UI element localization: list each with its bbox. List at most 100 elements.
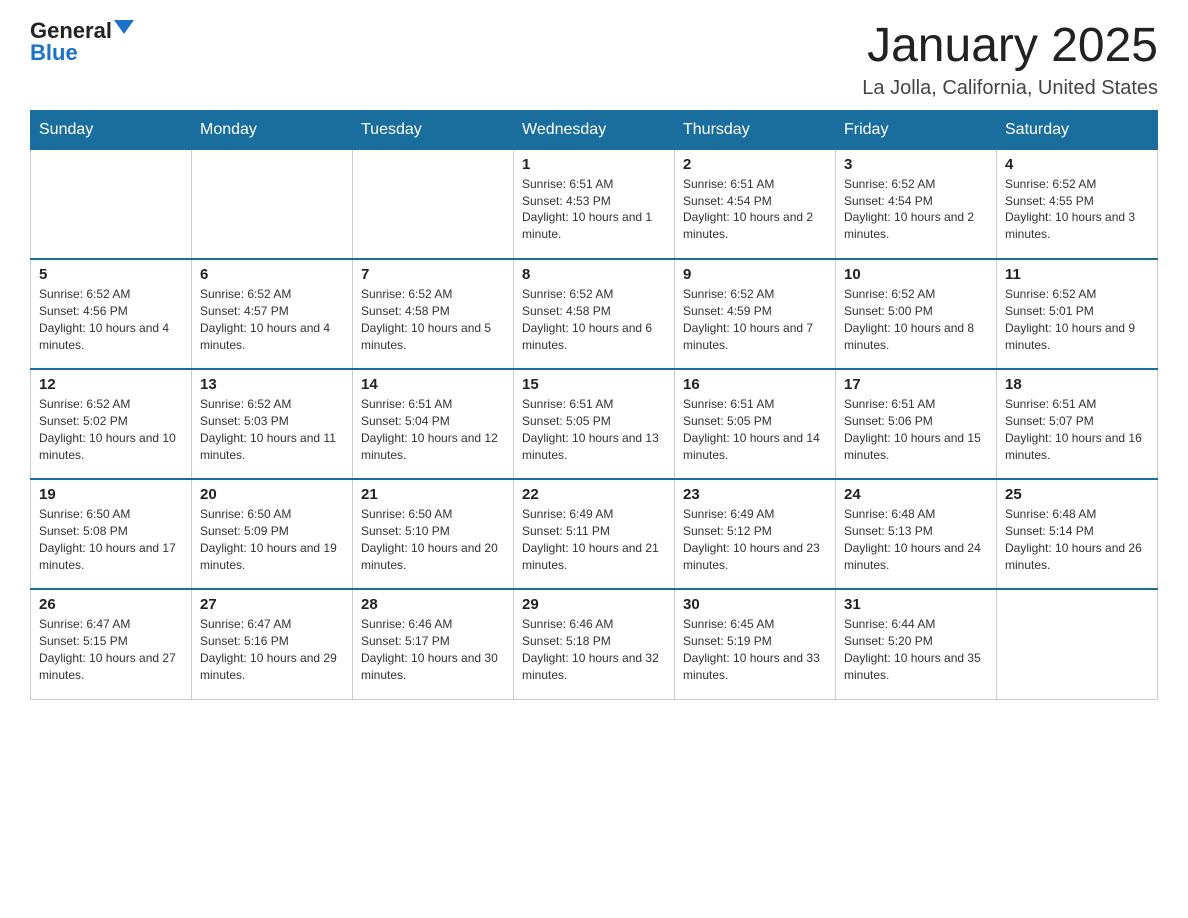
day-number: 14: [361, 376, 505, 393]
day-cell: 21 Sunrise: 6:50 AMSunset: 5:10 PMDayligh…: [353, 479, 514, 589]
day-cell: 14Sunrise: 6:51 AMSunset: 5:04 PMDayligh…: [353, 369, 514, 479]
day-info: Sunrise: 6:51 AMSunset: 5:05 PMDaylight:…: [683, 396, 827, 463]
day-cell: 22Sunrise: 6:49 AMSunset: 5:11 PMDayligh…: [514, 479, 675, 589]
day-cell: 31Sunrise: 6:44 AMSunset: 5:20 PMDayligh…: [836, 589, 997, 699]
week-row-2: 5Sunrise: 6:52 AMSunset: 4:56 PMDaylight…: [31, 259, 1158, 369]
day-cell: 8Sunrise: 6:52 AMSunset: 4:58 PMDaylight…: [514, 259, 675, 369]
title-area: January 2025 La Jolla, California, Unite…: [862, 20, 1158, 100]
day-cell: 23Sunrise: 6:49 AMSunset: 5:12 PMDayligh…: [675, 479, 836, 589]
logo: General Blue: [30, 20, 134, 64]
day-number: 10: [844, 266, 988, 283]
day-info: Sunrise: 6:52 AMSunset: 4:57 PMDaylight:…: [200, 286, 344, 353]
day-cell: 13Sunrise: 6:52 AMSunset: 5:03 PMDayligh…: [192, 369, 353, 479]
day-cell: 16 Sunrise: 6:51 AMSunset: 5:05 PMDayligh…: [675, 369, 836, 479]
header-cell-sunday: Sunday: [31, 110, 192, 149]
day-cell: 3 Sunrise: 6:52 AMSunset: 4:54 PMDaylight…: [836, 149, 997, 259]
day-cell: 7 Sunrise: 6:52 AMSunset: 4:58 PMDaylight…: [353, 259, 514, 369]
day-number: 20: [200, 486, 344, 503]
day-number: 2: [683, 156, 827, 173]
day-number: 30: [683, 596, 827, 613]
day-cell: 25 Sunrise: 6:48 AMSunset: 5:14 PMDayligh…: [997, 479, 1158, 589]
header-row: SundayMondayTuesdayWednesdayThursdayFrid…: [31, 110, 1158, 149]
header-cell-wednesday: Wednesday: [514, 110, 675, 149]
header-cell-tuesday: Tuesday: [353, 110, 514, 149]
day-cell: 28Sunrise: 6:46 AMSunset: 5:17 PMDayligh…: [353, 589, 514, 699]
calendar-title: January 2025: [862, 20, 1158, 73]
day-info: Sunrise: 6:52 AMSunset: 4:58 PMDaylight:…: [522, 286, 666, 353]
logo-triangle-icon: [114, 20, 134, 34]
page-header: General Blue January 2025 La Jolla, Cali…: [30, 20, 1158, 100]
day-number: 29: [522, 596, 666, 613]
day-info: Sunrise: 6:52 AMSunset: 4:54 PMDaylight:…: [844, 176, 988, 243]
day-number: 31: [844, 596, 988, 613]
day-info: Sunrise: 6:51 AMSunset: 4:53 PMDaylight:…: [522, 176, 666, 243]
day-info: Sunrise: 6:52 AMSunset: 5:03 PMDaylight:…: [200, 396, 344, 463]
day-info: Sunrise: 6:47 AMSunset: 5:16 PMDaylight:…: [200, 616, 344, 683]
day-info: Sunrise: 6:47 AMSunset: 5:15 PMDaylight:…: [39, 616, 183, 683]
week-row-5: 26 Sunrise: 6:47 AMSunset: 5:15 PMDayligh…: [31, 589, 1158, 699]
day-cell: 15 Sunrise: 6:51 AMSunset: 5:05 PMDayligh…: [514, 369, 675, 479]
day-cell: 24 Sunrise: 6:48 AMSunset: 5:13 PMDayligh…: [836, 479, 997, 589]
day-info: Sunrise: 6:51 AMSunset: 4:54 PMDaylight:…: [683, 176, 827, 243]
day-cell: 9Sunrise: 6:52 AMSunset: 4:59 PMDaylight…: [675, 259, 836, 369]
day-number: 25: [1005, 486, 1149, 503]
day-number: 6: [200, 266, 344, 283]
day-number: 17: [844, 376, 988, 393]
header-cell-monday: Monday: [192, 110, 353, 149]
header-cell-thursday: Thursday: [675, 110, 836, 149]
day-cell: 12 Sunrise: 6:52 AMSunset: 5:02 PMDayligh…: [31, 369, 192, 479]
day-cell: 5Sunrise: 6:52 AMSunset: 4:56 PMDaylight…: [31, 259, 192, 369]
day-cell: [997, 589, 1158, 699]
logo-general-text: General: [30, 20, 112, 42]
day-info: Sunrise: 6:50 AMSunset: 5:10 PMDaylight:…: [361, 506, 505, 573]
day-info: Sunrise: 6:52 AMSunset: 4:55 PMDaylight:…: [1005, 176, 1149, 243]
day-cell: 11Sunrise: 6:52 AMSunset: 5:01 PMDayligh…: [997, 259, 1158, 369]
day-info: Sunrise: 6:48 AMSunset: 5:13 PMDaylight:…: [844, 506, 988, 573]
day-info: Sunrise: 6:52 AMSunset: 5:02 PMDaylight:…: [39, 396, 183, 463]
day-info: Sunrise: 6:52 AMSunset: 4:59 PMDaylight:…: [683, 286, 827, 353]
day-cell: 2 Sunrise: 6:51 AMSunset: 4:54 PMDaylight…: [675, 149, 836, 259]
day-cell: 29 Sunrise: 6:46 AMSunset: 5:18 PMDayligh…: [514, 589, 675, 699]
day-info: Sunrise: 6:49 AMSunset: 5:12 PMDaylight:…: [683, 506, 827, 573]
day-number: 7: [361, 266, 505, 283]
day-info: Sunrise: 6:51 AMSunset: 5:07 PMDaylight:…: [1005, 396, 1149, 463]
week-row-1: 1Sunrise: 6:51 AMSunset: 4:53 PMDaylight…: [31, 149, 1158, 259]
header-cell-friday: Friday: [836, 110, 997, 149]
day-cell: 19Sunrise: 6:50 AMSunset: 5:08 PMDayligh…: [31, 479, 192, 589]
day-info: Sunrise: 6:48 AMSunset: 5:14 PMDaylight:…: [1005, 506, 1149, 573]
day-number: 11: [1005, 266, 1149, 283]
day-info: Sunrise: 6:52 AMSunset: 4:58 PMDaylight:…: [361, 286, 505, 353]
day-number: 28: [361, 596, 505, 613]
day-cell: 26 Sunrise: 6:47 AMSunset: 5:15 PMDayligh…: [31, 589, 192, 699]
day-number: 22: [522, 486, 666, 503]
day-number: 21: [361, 486, 505, 503]
calendar-subtitle: La Jolla, California, United States: [862, 77, 1158, 100]
day-info: Sunrise: 6:46 AMSunset: 5:18 PMDaylight:…: [522, 616, 666, 683]
day-number: 18: [1005, 376, 1149, 393]
day-info: Sunrise: 6:51 AMSunset: 5:05 PMDaylight:…: [522, 396, 666, 463]
day-number: 3: [844, 156, 988, 173]
day-number: 12: [39, 376, 183, 393]
day-cell: 18 Sunrise: 6:51 AMSunset: 5:07 PMDayligh…: [997, 369, 1158, 479]
day-number: 24: [844, 486, 988, 503]
week-row-4: 19Sunrise: 6:50 AMSunset: 5:08 PMDayligh…: [31, 479, 1158, 589]
day-cell: 10 Sunrise: 6:52 AMSunset: 5:00 PMDayligh…: [836, 259, 997, 369]
day-number: 26: [39, 596, 183, 613]
day-cell: 20 Sunrise: 6:50 AMSunset: 5:09 PMDayligh…: [192, 479, 353, 589]
calendar-body: 1Sunrise: 6:51 AMSunset: 4:53 PMDaylight…: [31, 149, 1158, 699]
week-row-3: 12 Sunrise: 6:52 AMSunset: 5:02 PMDayligh…: [31, 369, 1158, 479]
day-number: 16: [683, 376, 827, 393]
day-number: 15: [522, 376, 666, 393]
day-info: Sunrise: 6:52 AMSunset: 5:00 PMDaylight:…: [844, 286, 988, 353]
logo-blue-text: Blue: [30, 42, 134, 64]
day-number: 27: [200, 596, 344, 613]
day-info: Sunrise: 6:51 AMSunset: 5:06 PMDaylight:…: [844, 396, 988, 463]
day-info: Sunrise: 6:50 AMSunset: 5:08 PMDaylight:…: [39, 506, 183, 573]
day-number: 5: [39, 266, 183, 283]
day-cell: 27 Sunrise: 6:47 AMSunset: 5:16 PMDayligh…: [192, 589, 353, 699]
day-info: Sunrise: 6:50 AMSunset: 5:09 PMDaylight:…: [200, 506, 344, 573]
calendar-header: SundayMondayTuesdayWednesdayThursdayFrid…: [31, 110, 1158, 149]
day-cell: 30Sunrise: 6:45 AMSunset: 5:19 PMDayligh…: [675, 589, 836, 699]
day-cell: 6 Sunrise: 6:52 AMSunset: 4:57 PMDaylight…: [192, 259, 353, 369]
day-cell: 4Sunrise: 6:52 AMSunset: 4:55 PMDaylight…: [997, 149, 1158, 259]
